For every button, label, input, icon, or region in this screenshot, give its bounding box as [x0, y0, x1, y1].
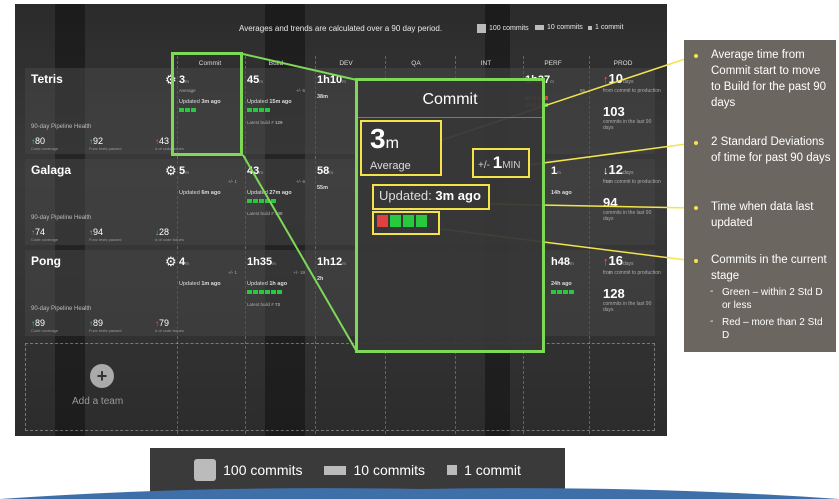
legend-10-commits: 10 commits — [324, 462, 425, 478]
bullet-icon — [694, 54, 698, 58]
note-green: Green – within 2 Std D or less — [722, 287, 823, 311]
legend-100-commits: 100 commits — [194, 459, 302, 481]
bullet-icon — [694, 141, 698, 145]
small-square-icon — [447, 465, 458, 475]
note-red: Red – more than 2 Std D — [722, 317, 823, 341]
bullet-icon — [694, 259, 698, 263]
zoom-commit-bars — [377, 215, 427, 227]
sub-bullet-red: - — [710, 316, 714, 327]
note-average: Average time from Commit start to move t… — [711, 49, 827, 109]
bar-icon — [324, 465, 347, 475]
bottom-wave — [0, 488, 839, 499]
large-square-icon — [194, 459, 217, 481]
note-updated: Time when data last updated — [711, 201, 814, 229]
zoom-std-dev: +/- 1MIN — [478, 153, 521, 172]
note-commits: Commits in the current stage — [711, 254, 827, 282]
sub-bullet-green: - — [710, 286, 714, 297]
zoom-title: Commit — [422, 91, 478, 108]
zoom-average-value: 3m — [370, 123, 399, 154]
zoom-updated: Updated: 3m ago — [379, 188, 481, 203]
bullet-icon — [694, 206, 698, 210]
zoom-divider — [358, 117, 542, 118]
zoom-average-label: Average — [370, 160, 411, 172]
legend-1-commit: 1 commit — [447, 462, 521, 478]
note-std-dev: 2 Standard Deviations of time for past 9… — [711, 136, 831, 164]
